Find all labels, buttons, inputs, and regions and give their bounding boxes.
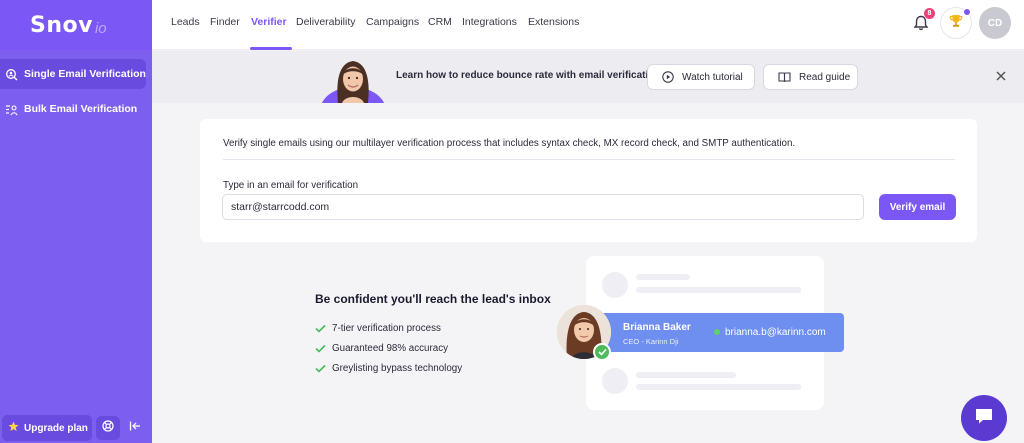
lead-card: Brianna Baker CEO - Karinn Dji brianna.b… xyxy=(580,313,844,352)
logo-suffix: io xyxy=(94,19,107,37)
book-icon xyxy=(778,71,791,83)
search-person-icon xyxy=(5,68,18,81)
banner-message: Learn how to reduce bounce rate with ema… xyxy=(396,70,661,81)
feature-item: Greylisting bypass technology xyxy=(315,361,462,375)
sidebar-item-single-verification[interactable]: Single Email Verification xyxy=(0,59,146,89)
promo-title: Be confident you'll reach the lead's inb… xyxy=(315,292,551,306)
nav-deliverability[interactable]: Deliverability xyxy=(296,0,356,50)
placeholder-circle xyxy=(602,272,628,298)
logo-text: Snov xyxy=(30,12,93,38)
sidebar-item-label: Bulk Email Verification xyxy=(24,103,138,115)
play-circle-icon xyxy=(662,71,674,83)
feature-item: 7-tier verification process xyxy=(315,321,441,335)
verify-email-button[interactable]: Verify email xyxy=(879,194,956,220)
notification-badge: 8 xyxy=(924,8,935,19)
tutorial-banner: Learn how to reduce bounce rate with ema… xyxy=(152,51,1024,103)
read-guide-button[interactable]: Read guide xyxy=(763,64,858,90)
collapse-left-icon xyxy=(129,419,141,437)
single-verification-card: Verify single emails using our multilaye… xyxy=(200,119,977,242)
checkmark-icon xyxy=(315,344,327,353)
sidebar-footer: Upgrade plan xyxy=(0,413,152,443)
lead-name: Brianna Baker xyxy=(623,322,691,333)
close-icon[interactable] xyxy=(994,69,1008,83)
nav-crm[interactable]: CRM xyxy=(428,0,452,50)
feature-label: Guaranteed 98% accuracy xyxy=(332,342,448,354)
placeholder-line xyxy=(636,384,801,390)
verification-description: Verify single emails using our multilaye… xyxy=(223,138,796,149)
nav-finder[interactable]: Finder xyxy=(210,0,240,50)
verified-check-icon xyxy=(593,343,611,361)
sidebar-item-label: Single Email Verification xyxy=(24,68,146,80)
nav-campaigns[interactable]: Campaigns xyxy=(366,0,419,50)
checkmark-icon xyxy=(315,324,327,333)
upgrade-plan-label: Upgrade plan xyxy=(24,422,88,434)
placeholder-line xyxy=(636,287,801,293)
nav-verifier[interactable]: Verifier xyxy=(251,0,287,50)
watch-tutorial-button[interactable]: Watch tutorial xyxy=(647,64,755,90)
valid-status-dot xyxy=(714,329,720,335)
user-avatar[interactable]: CD xyxy=(979,7,1011,39)
feature-label: 7-tier verification process xyxy=(332,322,441,334)
lead-email: brianna.b@karinn.com xyxy=(725,327,826,338)
chat-bubble-icon xyxy=(974,407,994,430)
sidebar-item-bulk-verification[interactable]: Bulk Email Verification xyxy=(0,94,146,124)
chat-support-button[interactable] xyxy=(961,395,1007,441)
checkmark-icon xyxy=(315,364,327,373)
active-tab-indicator xyxy=(250,47,292,50)
trophy-icon xyxy=(948,13,964,34)
star-icon xyxy=(8,421,19,435)
lifebuoy-icon xyxy=(102,419,114,437)
placeholder-line xyxy=(636,274,690,280)
upgrade-plan-button[interactable]: Upgrade plan xyxy=(2,415,92,441)
feature-label: Greylisting bypass technology xyxy=(332,362,463,374)
rewards-indicator xyxy=(964,9,970,15)
help-button[interactable] xyxy=(96,416,120,440)
presenter-photo xyxy=(320,53,386,103)
nav-integrations[interactable]: Integrations xyxy=(462,0,517,50)
divider xyxy=(223,159,955,160)
nav-leads[interactable]: Leads xyxy=(171,0,200,50)
watch-tutorial-label: Watch tutorial xyxy=(682,71,743,83)
email-input[interactable] xyxy=(222,194,864,220)
snovio-logo[interactable]: Snov io xyxy=(0,0,152,50)
collapse-sidebar-button[interactable] xyxy=(126,416,144,440)
feature-item: Guaranteed 98% accuracy xyxy=(315,341,448,355)
email-field-label: Type in an email for verification xyxy=(223,180,359,191)
read-guide-label: Read guide xyxy=(799,71,851,83)
nav-extensions[interactable]: Extensions xyxy=(528,0,579,50)
top-navigation: Leads Finder Verifier Deliverability Cam… xyxy=(152,0,1024,50)
sidebar: Snov io Single Email Verification Bulk E… xyxy=(0,0,152,443)
placeholder-line xyxy=(636,372,736,378)
list-person-icon xyxy=(5,103,18,116)
lead-title: CEO - Karinn Dji xyxy=(623,337,679,346)
placeholder-circle xyxy=(602,368,628,394)
